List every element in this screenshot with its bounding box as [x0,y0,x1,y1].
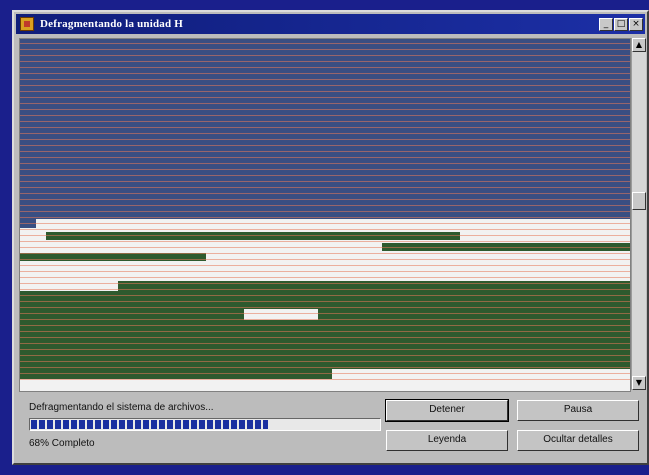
cluster-row-line [20,253,630,254]
cluster-row-line [20,265,630,266]
cluster-row-line [20,91,630,92]
cluster-row-line [20,217,630,218]
cluster-block-fragment [46,232,460,240]
cluster-row-line [20,355,630,356]
cluster-row-line [20,139,630,140]
cluster-row-line [20,373,630,374]
vertical-scrollbar[interactable]: ▲ ▼ [631,38,646,390]
title-bar[interactable]: Defragmentando la unidad H _ □ × [16,14,645,34]
cluster-row-line [20,199,630,200]
cluster-block-fragment [20,369,332,379]
cluster-row-line [20,43,630,44]
cluster-row-line [20,247,630,248]
cluster-row-line [20,229,630,230]
scroll-up-button[interactable]: ▲ [632,38,646,52]
cluster-row-line [20,349,630,350]
cluster-row-line [20,55,630,56]
defrag-window: Defragmentando la unidad H _ □ × ▲ ▼ Def… [12,10,649,465]
window-controls: _ □ × [599,17,643,31]
cluster-row-line [20,163,630,164]
cluster-row-line [20,301,630,302]
cluster-row-line [20,127,630,128]
progress-fill [31,420,268,429]
cluster-row-line [20,151,630,152]
cluster-block-used [20,39,630,219]
close-button[interactable]: × [629,17,643,31]
cluster-row-line [20,67,630,68]
cluster-row-line [20,61,630,62]
cluster-row-line [20,121,630,122]
cluster-row-line [20,241,630,242]
cluster-row-line [20,145,630,146]
cluster-row-line [20,235,630,236]
cluster-row-line [20,169,630,170]
cluster-row-line [20,289,630,290]
cluster-row-line [20,259,630,260]
cluster-row-line [20,379,630,380]
cluster-row-line [20,361,630,362]
cluster-row-line [20,133,630,134]
cluster-row-line [20,331,630,332]
stop-button[interactable]: Detener [385,399,509,422]
cluster-row-line [20,97,630,98]
cluster-row-line [20,103,630,104]
cluster-row-line [20,175,630,176]
cluster-row-line [20,271,630,272]
pause-button[interactable]: Pausa [517,400,639,421]
status-message: Defragmentando el sistema de archivos... [29,402,214,413]
disk-cluster-map [19,38,631,392]
hide-details-button[interactable]: Ocultar detalles [517,430,639,451]
cluster-row-line [20,115,630,116]
progress-bar [29,418,381,431]
cluster-row-line [20,325,630,326]
cluster-row-line [20,193,630,194]
status-panel: Defragmentando el sistema de archivos...… [19,394,381,456]
cluster-row-line [20,205,630,206]
legend-button[interactable]: Leyenda [386,430,508,451]
defrag-app-icon[interactable] [20,17,34,31]
cluster-row-line [20,319,630,320]
cluster-row-line [20,181,630,182]
cluster-row-line [20,295,630,296]
cluster-row-line [20,109,630,110]
cluster-row-line [20,307,630,308]
cluster-row-line [20,367,630,368]
cluster-row-line [20,277,630,278]
cluster-row-line [20,73,630,74]
cluster-row-line [20,157,630,158]
cluster-row-line [20,85,630,86]
cluster-row-line [20,211,630,212]
cluster-row-line [20,187,630,188]
percent-complete: 68% Completo [29,438,95,449]
scroll-down-button[interactable]: ▼ [632,376,646,390]
minimize-button[interactable]: _ [599,17,613,31]
window-title: Defragmentando la unidad H [40,18,184,30]
cluster-row-line [20,79,630,80]
cluster-row-line [20,343,630,344]
cluster-row-line [20,49,630,50]
cluster-row-line [20,313,630,314]
cluster-row-line [20,283,630,284]
cluster-row-line [20,337,630,338]
scroll-thumb[interactable] [632,192,646,210]
cluster-row-line [20,223,630,224]
maximize-button[interactable]: □ [614,17,628,31]
